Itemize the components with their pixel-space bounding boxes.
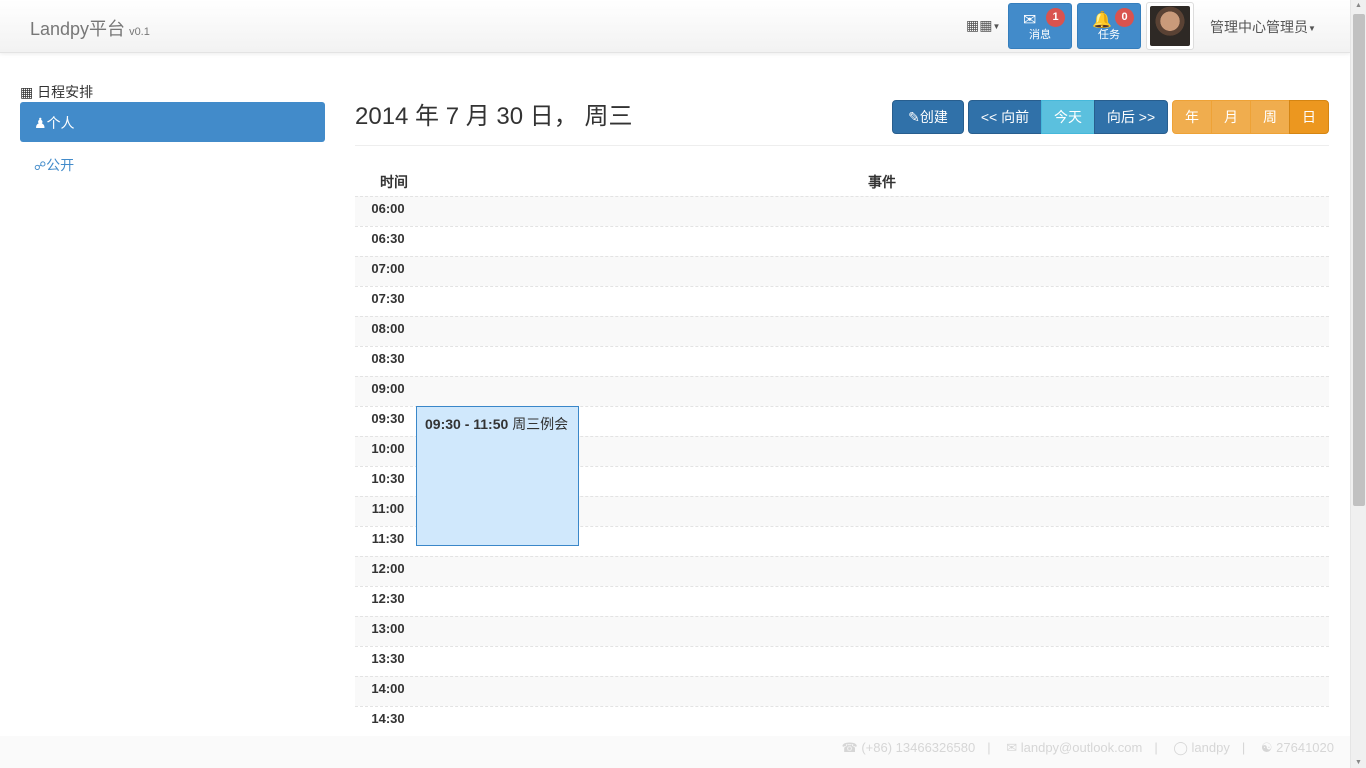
event-title: 周三例会 <box>512 416 569 432</box>
time-slot-label: 10:00 <box>371 441 405 456</box>
tasks-button[interactable]: 🔔 0 任务 <box>1077 3 1141 49</box>
table-row[interactable]: 12:30 <box>355 586 1329 616</box>
caret-down-icon: ▼ <box>1308 23 1316 33</box>
calendar-icon: ▦ <box>20 84 34 100</box>
phone-icon: ☎ <box>841 740 858 755</box>
top-navbar: Landpy平台 v0.1 ▦▦▼ ✉ 1 消息 🔔 0 任务 管理中心管理员▼ <box>0 0 1350 53</box>
skype-icon: ◯ <box>1173 740 1188 755</box>
sidebar-header: ▦ 日程安排 <box>20 82 93 102</box>
brand-name[interactable]: Landpy平台 <box>30 19 125 39</box>
sidebar-item-personal[interactable]: ♟个人 <box>20 102 325 142</box>
footer-skype: landpy <box>1191 740 1230 755</box>
time-slot-label: 13:30 <box>371 651 405 666</box>
table-row[interactable]: 06:00 <box>355 196 1329 226</box>
scrollbar-thumb[interactable] <box>1353 14 1365 506</box>
caret-down-icon: ▼ <box>992 21 1001 31</box>
vertical-scrollbar[interactable]: ▲ ▼ <box>1350 0 1366 768</box>
time-slot-label: 12:30 <box>371 591 405 606</box>
brand-version: v0.1 <box>129 26 150 38</box>
table-row[interactable]: 08:00 <box>355 316 1329 346</box>
table-row[interactable]: 08:30 <box>355 346 1329 376</box>
user-menu[interactable]: 管理中心管理员▼ <box>1210 17 1316 37</box>
table-row[interactable]: 12:00 <box>355 556 1329 586</box>
view-day-button[interactable]: 日 <box>1289 100 1329 134</box>
column-header-event: 事件 <box>868 174 896 190</box>
sidebar-header-label: 日程安排 <box>37 84 94 100</box>
time-slot-label: 14:00 <box>371 681 405 696</box>
time-slot-label: 09:30 <box>371 411 405 426</box>
view-week-button[interactable]: 周 <box>1250 100 1290 134</box>
time-slot-label: 11:00 <box>371 501 405 516</box>
avatar[interactable] <box>1146 2 1194 50</box>
time-slot-label: 06:00 <box>371 201 405 216</box>
sidebar-item-label: 公开 <box>46 157 75 173</box>
avatar-image <box>1150 6 1190 46</box>
view-year-button[interactable]: 年 <box>1172 100 1212 134</box>
next-button[interactable]: 向后 >> <box>1094 100 1168 134</box>
messages-count-badge: 1 <box>1046 8 1065 27</box>
sidebar-item-public[interactable]: ☍公开 <box>20 144 325 184</box>
table-row[interactable]: 07:30 <box>355 286 1329 316</box>
table-row[interactable]: 13:30 <box>355 646 1329 676</box>
qq-icon: ☯ <box>1260 740 1273 755</box>
messages-label: 消息 <box>1029 29 1051 41</box>
scroll-down-arrow-icon[interactable]: ▼ <box>1355 759 1362 766</box>
event-time: 09:30 - 11:50 <box>425 416 509 432</box>
time-slot-label: 13:00 <box>371 621 405 636</box>
today-button[interactable]: 今天 <box>1041 100 1095 134</box>
calendar-event[interactable]: 09:30 - 11:50 周三例会 <box>416 406 579 546</box>
sidebar-item-label: 个人 <box>46 115 75 131</box>
time-slot-label: 09:00 <box>371 381 405 396</box>
table-row[interactable]: 06:30 <box>355 226 1329 256</box>
user-icon: ♟ <box>34 115 47 131</box>
footer-email[interactable]: landpy@outlook.com <box>1021 740 1143 755</box>
user-name: 管理中心管理员 <box>1210 19 1308 35</box>
view-month-button[interactable]: 月 <box>1211 100 1251 134</box>
scroll-up-arrow-icon[interactable]: ▲ <box>1355 2 1362 9</box>
time-slot-label: 11:30 <box>371 531 405 546</box>
page-title: 2014 年 7 月 30 日， 周三 <box>355 103 633 130</box>
apps-menu-button[interactable]: ▦▦▼ <box>966 17 1000 34</box>
email-icon: ✉ <box>1006 740 1018 755</box>
prev-button[interactable]: << 向前 <box>968 100 1042 134</box>
tasks-label: 任务 <box>1098 29 1120 41</box>
table-row[interactable]: 14:00 <box>355 676 1329 706</box>
time-slot-label: 12:00 <box>371 561 405 576</box>
tasks-count-badge: 0 <box>1115 8 1134 27</box>
time-slot-label: 08:00 <box>371 321 405 336</box>
grid-icon: ▦▦ <box>966 17 993 33</box>
table-row[interactable]: 13:00 <box>355 616 1329 646</box>
table-row[interactable]: 14:30 <box>355 706 1329 736</box>
messages-button[interactable]: ✉ 1 消息 <box>1008 3 1072 49</box>
share-icon: ☍ <box>34 159 47 173</box>
time-slot-label: 07:00 <box>371 261 405 276</box>
table-row[interactable]: 07:00 <box>355 256 1329 286</box>
create-button[interactable]: ✎创建 <box>892 100 964 134</box>
footer-qq: 27641020 <box>1276 740 1334 755</box>
time-slot-label: 06:30 <box>371 231 405 246</box>
footer-phone: (+86) 13466326580 <box>861 740 976 755</box>
table-row[interactable]: 09:00 <box>355 376 1329 406</box>
time-slot-label: 08:30 <box>371 351 405 366</box>
time-slot-label: 14:30 <box>371 711 405 726</box>
column-header-time: 时间 <box>380 174 408 190</box>
divider <box>355 145 1329 146</box>
brand[interactable]: Landpy平台 v0.1 <box>30 15 150 41</box>
create-label: 创建 <box>919 109 948 125</box>
time-slot-label: 10:30 <box>371 471 405 486</box>
time-slot-label: 07:30 <box>371 291 405 306</box>
pencil-icon: ✎ <box>908 109 920 125</box>
footer: ☎ (+86) 13466326580 | ✉ landpy@outlook.co… <box>0 736 1350 768</box>
